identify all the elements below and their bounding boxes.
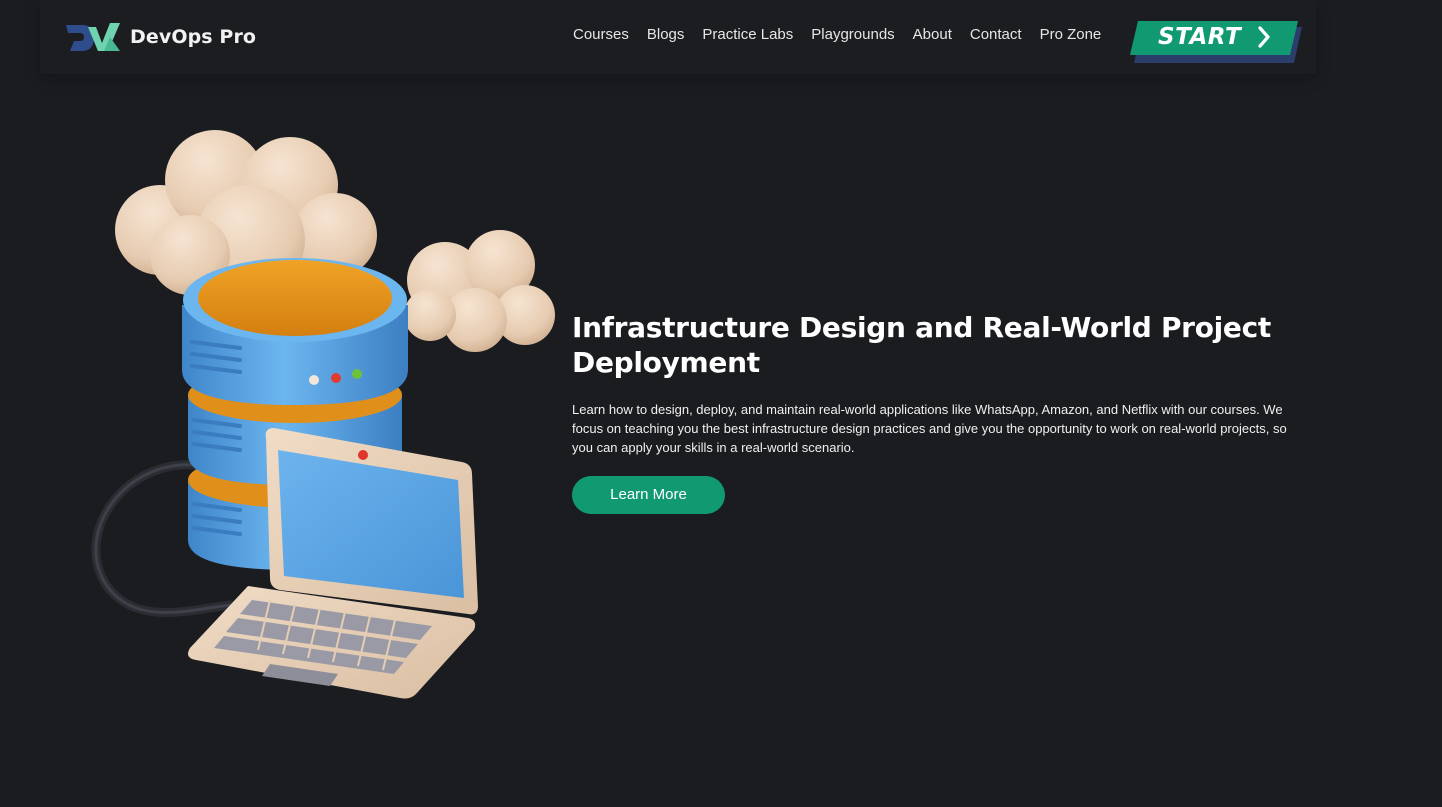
cloud-small: [404, 230, 555, 352]
nav-about[interactable]: About: [913, 26, 952, 43]
devops-pro-logo-icon: [66, 23, 120, 51]
hero-section: Infrastructure Design and Real-World Pro…: [572, 310, 1312, 514]
nav-contact[interactable]: Contact: [970, 26, 1022, 43]
nav-practice-labs[interactable]: Practice Labs: [702, 26, 793, 43]
brand-name: DevOps Pro: [130, 26, 257, 48]
page: DevOps Pro Courses Blogs Practice Labs P…: [0, 0, 1442, 807]
nav-pro-zone[interactable]: Pro Zone: [1040, 26, 1102, 43]
nav-playgrounds[interactable]: Playgrounds: [811, 26, 894, 43]
start-label: START: [1158, 24, 1242, 50]
start-button[interactable]: START: [1130, 21, 1302, 63]
main-nav: Courses Blogs Practice Labs Playgrounds …: [573, 26, 1119, 43]
nav-courses[interactable]: Courses: [573, 26, 629, 43]
server-cloud-laptop-illustration: [91, 130, 555, 699]
site-header: DevOps Pro Courses Blogs Practice Labs P…: [40, 0, 1316, 74]
hero-title: Infrastructure Design and Real-World Pro…: [572, 311, 1271, 379]
brand-link[interactable]: DevOps Pro: [64, 18, 256, 56]
nav-blogs[interactable]: Blogs: [647, 26, 685, 43]
learn-more-button[interactable]: Learn More: [572, 476, 725, 514]
hero-description: Learn how to design, deploy, and maintai…: [572, 402, 1287, 455]
chevron-right-icon: [1258, 26, 1270, 48]
